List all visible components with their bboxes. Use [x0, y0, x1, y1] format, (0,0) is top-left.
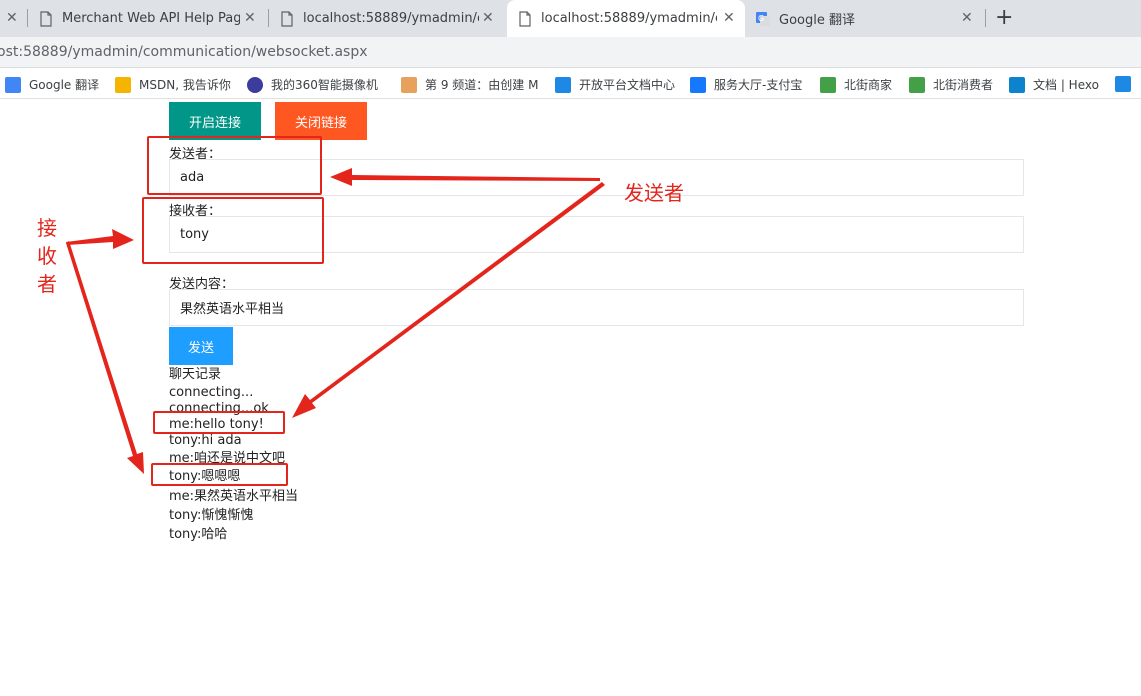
annotation-arrows	[66, 168, 605, 474]
arrow-to-sender-box	[330, 168, 600, 186]
arrow-to-receiver-box	[66, 229, 134, 249]
arrow-to-received-message	[66, 241, 144, 474]
arrow-to-sent-message	[292, 182, 605, 418]
